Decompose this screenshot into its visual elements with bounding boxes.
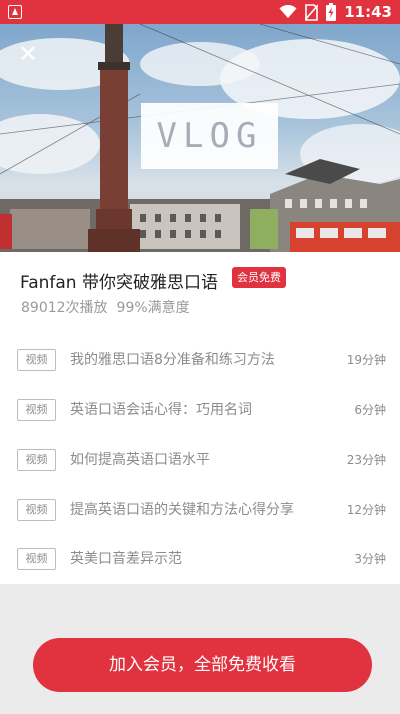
video-tag: 视频: [17, 349, 56, 371]
status-time: 11:43: [344, 3, 392, 21]
video-tag: 视频: [17, 499, 56, 521]
lesson-item[interactable]: 视频 我的雅思口语8分准备和练习方法 19分钟: [0, 339, 400, 383]
lesson-duration: 12分钟: [346, 503, 386, 517]
course-info: Fanfan 带你突破雅思口语 会员免费 89012次播放 99%满意度: [0, 252, 400, 328]
course-cover: ✕ VLOG: [0, 24, 400, 252]
app-notification-icon: [8, 5, 22, 19]
close-icon: ✕: [17, 40, 39, 68]
status-icons: 11:43: [279, 3, 392, 21]
join-membership-button[interactable]: 加入会员，全部免费收看: [33, 638, 372, 692]
vlog-text: VLOG: [156, 116, 263, 156]
video-tag: 视频: [17, 548, 56, 570]
lesson-item[interactable]: 视频 提高英语口语的关键和方法心得分享 12分钟: [0, 489, 400, 533]
bottom-bar: 加入会员，全部免费收看: [0, 584, 400, 714]
lesson-duration: 3分钟: [354, 552, 386, 566]
lesson-title: 提高英语口语的关键和方法心得分享: [70, 502, 294, 518]
satisfaction-rate: 99%满意度: [116, 300, 190, 316]
video-tag: 视频: [17, 449, 56, 471]
course-title: Fanfan 带你突破雅思口语: [20, 273, 218, 293]
course-stats: 89012次播放 99%满意度: [21, 297, 190, 317]
lesson-item[interactable]: 视频 英美口音差异示范 3分钟: [0, 538, 400, 582]
vlog-overlay: VLOG: [141, 103, 278, 169]
lesson-item[interactable]: 视频 英语口语会话心得：巧用名词 6分钟: [0, 389, 400, 433]
play-count: 89012次播放: [21, 300, 108, 316]
lesson-list: 视频 我的雅思口语8分准备和练习方法 19分钟 视频 英语口语会话心得：巧用名词…: [0, 328, 400, 584]
close-button[interactable]: ✕: [16, 42, 40, 66]
lesson-duration: 19分钟: [346, 353, 386, 367]
lesson-title: 如何提高英语口语水平: [70, 452, 210, 468]
status-bar: 11:43: [0, 0, 400, 24]
lesson-duration: 6分钟: [354, 403, 386, 417]
lesson-item[interactable]: 视频 如何提高英语口语水平 23分钟: [0, 439, 400, 483]
lesson-title: 英美口音差异示范: [70, 551, 182, 567]
video-tag: 视频: [17, 399, 56, 421]
lesson-duration: 23分钟: [346, 453, 386, 467]
wifi-icon: [279, 5, 297, 18]
lesson-title: 英语口语会话心得：巧用名词: [70, 402, 252, 418]
battery-charging-icon: [326, 3, 337, 21]
no-sim-icon: [305, 3, 319, 21]
lesson-title: 我的雅思口语8分准备和练习方法: [70, 352, 275, 368]
member-free-badge: 会员免费: [232, 267, 286, 288]
